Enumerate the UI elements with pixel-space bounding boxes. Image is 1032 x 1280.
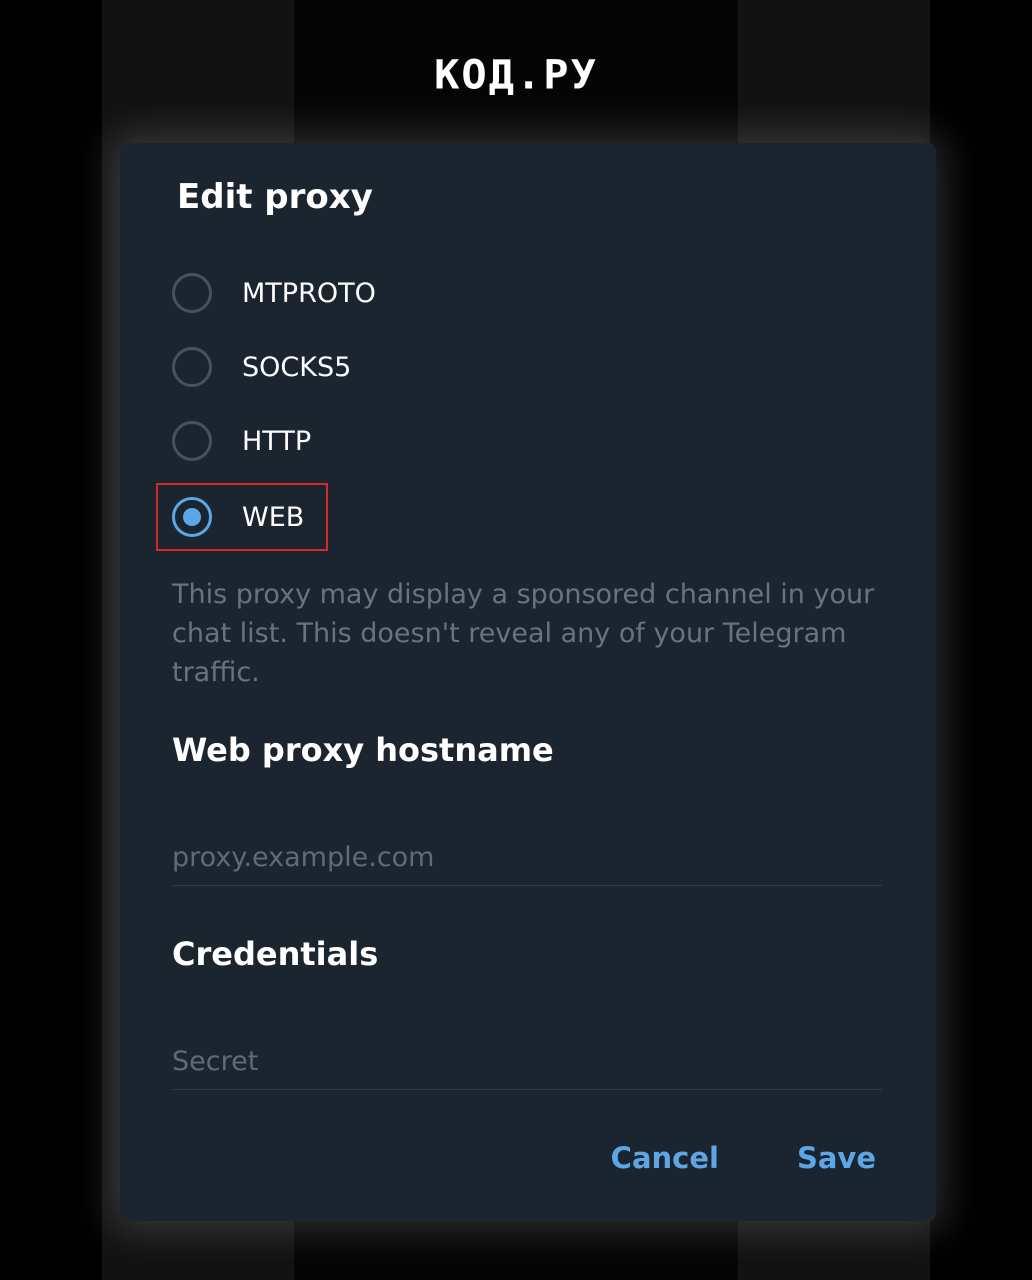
radio-option-socks5[interactable]: SOCKS5 <box>172 343 351 391</box>
radio-button[interactable] <box>172 273 212 313</box>
radio-button[interactable] <box>172 347 212 387</box>
save-button[interactable]: Save <box>797 1141 876 1175</box>
highlight-annotation-box <box>156 483 328 551</box>
radio-label: SOCKS5 <box>242 351 352 383</box>
dialog-actions: Cancel Save <box>611 1141 876 1175</box>
brand-logo: КОД.РУ <box>434 51 598 98</box>
radio-option-http[interactable]: HTTP <box>172 417 311 465</box>
screenshot-stage: КОД.РУ Edit proxy MTPROTO SOCKS5 HTTP WE… <box>0 0 1032 1280</box>
radio-label: HTTP <box>242 425 312 457</box>
edit-proxy-dialog: Edit proxy MTPROTO SOCKS5 HTTP WEB This … <box>120 143 936 1221</box>
hostname-section-title: Web proxy hostname <box>172 731 554 769</box>
secret-input[interactable] <box>172 1033 882 1089</box>
radio-option-mtproto[interactable]: MTPROTO <box>172 269 376 317</box>
sponsored-channel-notice: This proxy may display a sponsored chann… <box>172 579 875 688</box>
dialog-title: Edit proxy <box>177 177 373 217</box>
hostname-field[interactable] <box>172 829 882 886</box>
credentials-section-title: Credentials <box>172 935 379 973</box>
radio-button[interactable] <box>172 421 212 461</box>
hostname-input[interactable] <box>172 829 882 885</box>
radio-label: MTPROTO <box>242 277 376 309</box>
cancel-button[interactable]: Cancel <box>611 1141 719 1175</box>
secret-field[interactable] <box>172 1033 882 1090</box>
